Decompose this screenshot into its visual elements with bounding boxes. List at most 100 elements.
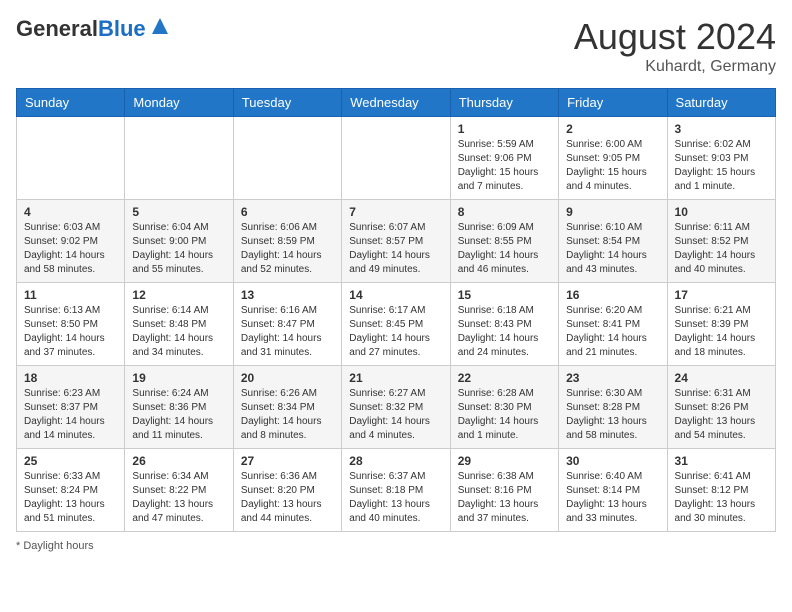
day-info: Sunrise: 6:20 AMSunset: 8:41 PMDaylight:… bbox=[566, 304, 659, 360]
table-row: 20 Sunrise: 6:26 AMSunset: 8:34 PMDayligh… bbox=[233, 366, 341, 449]
day-number: 12 bbox=[132, 288, 225, 302]
table-row: 6Sunrise: 6:06 AMSunset: 8:59 PMDaylight… bbox=[233, 200, 341, 283]
day-info: Sunrise: 6:13 AMSunset: 8:50 PMDaylight:… bbox=[24, 304, 117, 360]
table-row bbox=[17, 117, 125, 200]
table-row: 29 Sunrise: 6:38 AMSunset: 8:16 PMDayligh… bbox=[450, 449, 558, 532]
day-info: Sunrise: 6:04 AMSunset: 9:00 PMDaylight:… bbox=[132, 221, 225, 277]
day-info: Sunrise: 6:30 AMSunset: 8:28 PMDaylight:… bbox=[566, 387, 659, 443]
day-info: Sunrise: 6:02 AMSunset: 9:03 PMDaylight:… bbox=[675, 138, 768, 194]
table-row: 26 Sunrise: 6:34 AMSunset: 8:22 PMDayligh… bbox=[125, 449, 233, 532]
day-number: 26 bbox=[132, 454, 225, 468]
day-number: 19 bbox=[132, 371, 225, 385]
logo: General Blue bbox=[16, 16, 170, 42]
calendar-week-row: 25 Sunrise: 6:33 AMSunset: 8:24 PMDayligh… bbox=[17, 449, 776, 532]
day-number: 28 bbox=[349, 454, 442, 468]
day-info: Sunrise: 6:17 AMSunset: 8:45 PMDaylight:… bbox=[349, 304, 442, 360]
table-row: 3 Sunrise: 6:02 AMSunset: 9:03 PMDaylight… bbox=[667, 117, 775, 200]
col-saturday: Saturday bbox=[667, 89, 775, 117]
day-info: Sunrise: 6:27 AMSunset: 8:32 PMDaylight:… bbox=[349, 387, 442, 443]
day-number: 5 bbox=[132, 205, 225, 219]
title-section: August 2024 Kuhardt, Germany bbox=[574, 16, 776, 76]
day-info: Sunrise: 6:31 AMSunset: 8:26 PMDaylight:… bbox=[675, 387, 768, 443]
day-info: Sunrise: 6:03 AMSunset: 9:02 PMDaylight:… bbox=[24, 221, 117, 277]
day-number: 6 bbox=[241, 205, 334, 219]
day-number: 24 bbox=[675, 371, 768, 385]
table-row: 18Sunrise: 6:23 AMSunset: 8:37 PMDayligh… bbox=[17, 366, 125, 449]
day-info: Sunrise: 6:37 AMSunset: 8:18 PMDaylight:… bbox=[349, 470, 442, 526]
day-number: 29 bbox=[458, 454, 551, 468]
day-info: Sunrise: 6:38 AMSunset: 8:16 PMDaylight:… bbox=[458, 470, 551, 526]
day-number: 22 bbox=[458, 371, 551, 385]
day-info: Sunrise: 6:21 AMSunset: 8:39 PMDaylight:… bbox=[675, 304, 768, 360]
day-number: 21 bbox=[349, 371, 442, 385]
day-number: 7 bbox=[349, 205, 442, 219]
day-number: 14 bbox=[349, 288, 442, 302]
day-number: 10 bbox=[675, 205, 768, 219]
day-number: 30 bbox=[566, 454, 659, 468]
day-info: Sunrise: 6:33 AMSunset: 8:24 PMDaylight:… bbox=[24, 470, 117, 526]
table-row: 10 Sunrise: 6:11 AMSunset: 8:52 PMDayligh… bbox=[667, 200, 775, 283]
day-info: Sunrise: 6:07 AMSunset: 8:57 PMDaylight:… bbox=[349, 221, 442, 277]
table-row: 25 Sunrise: 6:33 AMSunset: 8:24 PMDayligh… bbox=[17, 449, 125, 532]
table-row: 15 Sunrise: 6:18 AMSunset: 8:43 PMDayligh… bbox=[450, 283, 558, 366]
table-row: 16 Sunrise: 6:20 AMSunset: 8:41 PMDayligh… bbox=[559, 283, 667, 366]
table-row bbox=[233, 117, 341, 200]
table-row: 14 Sunrise: 6:17 AMSunset: 8:45 PMDayligh… bbox=[342, 283, 450, 366]
day-number: 15 bbox=[458, 288, 551, 302]
table-row: 28 Sunrise: 6:37 AMSunset: 8:18 PMDayligh… bbox=[342, 449, 450, 532]
daylight-label: Daylight hours bbox=[23, 540, 93, 552]
table-row: 17 Sunrise: 6:21 AMSunset: 8:39 PMDayligh… bbox=[667, 283, 775, 366]
day-number: 16 bbox=[566, 288, 659, 302]
table-row: 21 Sunrise: 6:27 AMSunset: 8:32 PMDayligh… bbox=[342, 366, 450, 449]
calendar-week-row: 1Sunrise: 5:59 AMSunset: 9:06 PMDaylight… bbox=[17, 117, 776, 200]
day-info: Sunrise: 6:18 AMSunset: 8:43 PMDaylight:… bbox=[458, 304, 551, 360]
footer: * Daylight hours bbox=[16, 540, 776, 552]
day-number: 4 bbox=[24, 205, 117, 219]
table-row: 19Sunrise: 6:24 AMSunset: 8:36 PMDayligh… bbox=[125, 366, 233, 449]
day-number: 8 bbox=[458, 205, 551, 219]
day-info: Sunrise: 6:40 AMSunset: 8:14 PMDaylight:… bbox=[566, 470, 659, 526]
table-row: 23Sunrise: 6:30 AMSunset: 8:28 PMDayligh… bbox=[559, 366, 667, 449]
table-row: 5 Sunrise: 6:04 AMSunset: 9:00 PMDaylight… bbox=[125, 200, 233, 283]
col-monday: Monday bbox=[125, 89, 233, 117]
day-info: Sunrise: 6:41 AMSunset: 8:12 PMDaylight:… bbox=[675, 470, 768, 526]
day-number: 27 bbox=[241, 454, 334, 468]
table-row: 30 Sunrise: 6:40 AMSunset: 8:14 PMDayligh… bbox=[559, 449, 667, 532]
day-info: Sunrise: 5:59 AMSunset: 9:06 PMDaylight:… bbox=[458, 138, 551, 194]
month-title: August 2024 bbox=[574, 16, 776, 58]
table-row: 24 Sunrise: 6:31 AMSunset: 8:26 PMDayligh… bbox=[667, 366, 775, 449]
table-row: 13Sunrise: 6:16 AMSunset: 8:47 PMDayligh… bbox=[233, 283, 341, 366]
day-info: Sunrise: 6:28 AMSunset: 8:30 PMDaylight:… bbox=[458, 387, 551, 443]
table-row: 27Sunrise: 6:36 AMSunset: 8:20 PMDayligh… bbox=[233, 449, 341, 532]
table-row: 12 Sunrise: 6:14 AMSunset: 8:48 PMDayligh… bbox=[125, 283, 233, 366]
day-info: Sunrise: 6:11 AMSunset: 8:52 PMDaylight:… bbox=[675, 221, 768, 277]
day-info: Sunrise: 6:16 AMSunset: 8:47 PMDaylight:… bbox=[241, 304, 334, 360]
calendar-week-row: 18Sunrise: 6:23 AMSunset: 8:37 PMDayligh… bbox=[17, 366, 776, 449]
table-row: 1Sunrise: 5:59 AMSunset: 9:06 PMDaylight… bbox=[450, 117, 558, 200]
table-row bbox=[125, 117, 233, 200]
table-row: 4 Sunrise: 6:03 AMSunset: 9:02 PMDaylight… bbox=[17, 200, 125, 283]
table-row: 9Sunrise: 6:10 AMSunset: 8:54 PMDaylight… bbox=[559, 200, 667, 283]
logo-general-text: General bbox=[16, 16, 98, 42]
day-info: Sunrise: 6:10 AMSunset: 8:54 PMDaylight:… bbox=[566, 221, 659, 277]
day-number: 11 bbox=[24, 288, 117, 302]
col-thursday: Thursday bbox=[450, 89, 558, 117]
day-info: Sunrise: 6:26 AMSunset: 8:34 PMDaylight:… bbox=[241, 387, 334, 443]
day-number: 31 bbox=[675, 454, 768, 468]
table-row: 8 Sunrise: 6:09 AMSunset: 8:55 PMDaylight… bbox=[450, 200, 558, 283]
day-number: 2 bbox=[566, 122, 659, 136]
day-number: 20 bbox=[241, 371, 334, 385]
table-row: 22 Sunrise: 6:28 AMSunset: 8:30 PMDayligh… bbox=[450, 366, 558, 449]
day-number: 25 bbox=[24, 454, 117, 468]
table-row bbox=[342, 117, 450, 200]
day-info: Sunrise: 6:00 AMSunset: 9:05 PMDaylight:… bbox=[566, 138, 659, 194]
day-info: Sunrise: 6:34 AMSunset: 8:22 PMDaylight:… bbox=[132, 470, 225, 526]
day-info: Sunrise: 6:09 AMSunset: 8:55 PMDaylight:… bbox=[458, 221, 551, 277]
day-number: 3 bbox=[675, 122, 768, 136]
calendar-week-row: 11 Sunrise: 6:13 AMSunset: 8:50 PMDayligh… bbox=[17, 283, 776, 366]
calendar-header-row: Sunday Monday Tuesday Wednesday Thursday… bbox=[17, 89, 776, 117]
table-row: 11 Sunrise: 6:13 AMSunset: 8:50 PMDayligh… bbox=[17, 283, 125, 366]
location: Kuhardt, Germany bbox=[574, 58, 776, 76]
day-number: 17 bbox=[675, 288, 768, 302]
day-info: Sunrise: 6:14 AMSunset: 8:48 PMDaylight:… bbox=[132, 304, 225, 360]
